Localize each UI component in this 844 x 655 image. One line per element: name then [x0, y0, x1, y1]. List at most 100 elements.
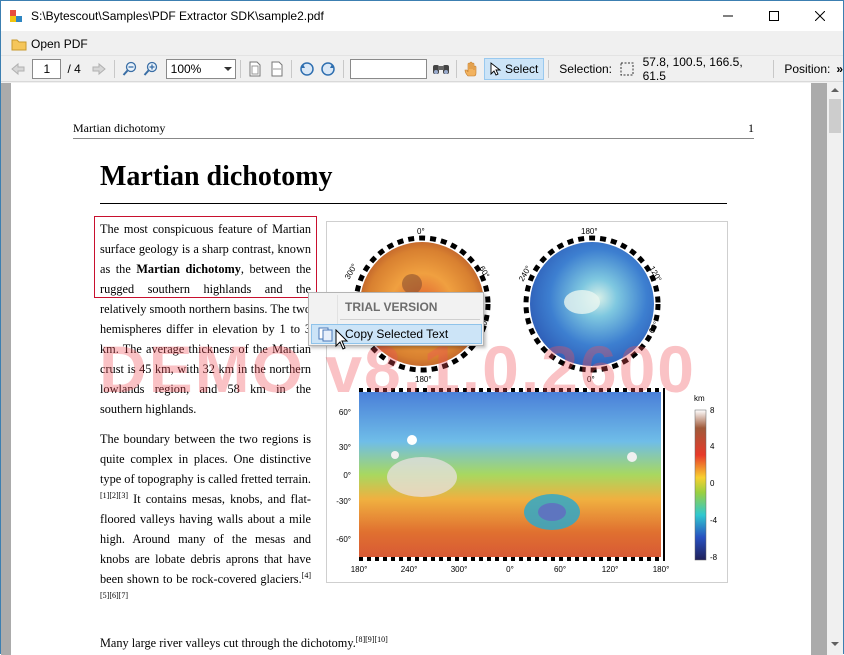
rotate-left-icon — [300, 61, 314, 76]
title-bar: S:\Bytescout\Samples\PDF Extractor SDK\s… — [1, 1, 843, 31]
running-header: Martian dichotomy 1 — [73, 121, 754, 139]
cursor-arrow-icon — [490, 61, 502, 76]
window-title: S:\Bytescout\Samples\PDF Extractor SDK\s… — [31, 9, 324, 23]
scrollbar-thumb[interactable] — [829, 99, 841, 133]
copy-icon — [318, 327, 333, 342]
maximize-button[interactable] — [751, 1, 797, 31]
scale-tick: -4 — [710, 516, 718, 525]
toolbar-separator — [239, 59, 241, 78]
open-pdf-button[interactable]: Open PDF — [11, 37, 88, 51]
lat-label: 0° — [343, 471, 351, 480]
toolbar-overflow-button[interactable]: » — [836, 62, 843, 76]
minimize-button[interactable] — [705, 1, 751, 31]
lon-label: 0° — [506, 565, 514, 574]
maximize-icon — [769, 11, 779, 21]
pole-label: 300° — [343, 262, 359, 281]
viewer-margin-left — [1, 83, 11, 655]
search-input[interactable] — [349, 58, 428, 79]
toolbar-separator — [455, 59, 457, 78]
elevation-scale-bar — [694, 409, 707, 561]
rotate-right-icon — [321, 61, 335, 76]
chevron-down-icon — [223, 66, 232, 71]
find-button[interactable] — [430, 58, 451, 80]
arrow-right-icon — [92, 62, 107, 75]
menu-bar: Open PDF — [1, 32, 843, 56]
prev-page-button[interactable] — [7, 58, 28, 80]
lat-label: 30° — [339, 443, 351, 452]
pole-label: 0° — [417, 227, 425, 236]
toolbar-separator — [548, 59, 550, 78]
page-icon — [249, 61, 261, 76]
select-tool-button[interactable]: Select — [483, 57, 545, 80]
scroll-up-icon[interactable] — [831, 87, 839, 93]
running-header-title: Martian dichotomy — [73, 121, 166, 135]
page-number-input[interactable]: 1 — [32, 58, 62, 79]
pole-label: 180° — [581, 227, 598, 236]
zoom-in-button[interactable] — [140, 58, 161, 80]
lat-label: -30° — [336, 497, 351, 506]
viewer-margin-right — [811, 83, 827, 655]
pan-tool-button[interactable] — [461, 58, 482, 80]
lon-label: 180° — [653, 565, 670, 574]
lon-label: 60° — [554, 565, 566, 574]
lon-label: 300° — [451, 565, 468, 574]
toolbar: 1 / 4 100% Select Selection: 57.8, 100.5… — [1, 54, 843, 83]
lon-label: 180° — [351, 565, 368, 574]
folder-icon — [11, 39, 27, 50]
position-label: Position: — [784, 61, 831, 76]
mouse-cursor-icon — [335, 329, 349, 350]
context-menu-header: TRIAL VERSION — [345, 300, 438, 314]
selection-label: Selection: — [559, 61, 612, 76]
paragraph: Many large river valleys cut through the… — [100, 635, 520, 651]
selection-highlight — [94, 216, 317, 298]
toolbar-separator — [773, 59, 775, 78]
pole-label: 120° — [647, 265, 663, 284]
vertical-scrollbar[interactable] — [827, 83, 843, 655]
lat-label: 60° — [339, 408, 351, 417]
scroll-down-icon[interactable] — [831, 641, 839, 647]
toolbar-separator — [342, 59, 344, 78]
paragraph: The boundary between the two regions is … — [100, 429, 311, 609]
zoom-in-icon — [143, 61, 158, 76]
lon-label: 120° — [602, 565, 619, 574]
selection-rect-icon — [620, 62, 634, 75]
copy-selected-text-label: Copy Selected Text — [345, 327, 449, 341]
longitude-labels: 180° 240° 300° 0° 60° 120° 180° — [351, 565, 670, 574]
page-width-icon — [271, 61, 283, 76]
fit-width-button[interactable] — [266, 58, 287, 80]
rotate-right-button[interactable] — [318, 58, 339, 80]
lat-label: -60° — [336, 535, 351, 544]
page-heading: Martian dichotomy — [100, 161, 333, 192]
app-window: S:\Bytescout\Samples\PDF Extractor SDK\s… — [0, 0, 844, 655]
arrow-left-icon — [10, 62, 25, 75]
zoom-out-button[interactable] — [119, 58, 140, 80]
hand-icon — [465, 61, 477, 76]
menu-divider — [340, 319, 480, 320]
close-button[interactable] — [797, 1, 843, 31]
citation-link[interactable]: [1][2][3] — [100, 491, 128, 500]
zoom-value: 100% — [170, 61, 202, 76]
scale-tick: -8 — [710, 553, 718, 562]
page-total: / 4 — [67, 61, 81, 76]
binoculars-icon — [433, 64, 450, 74]
lon-label: 240° — [401, 565, 418, 574]
select-tool-label: Select — [504, 61, 539, 76]
scale-tick: 0 — [710, 479, 715, 488]
scale-tick: 4 — [710, 442, 715, 451]
citation-link[interactable]: [8][9][10] — [356, 635, 388, 644]
zoom-select[interactable]: 100% — [165, 58, 236, 79]
toolbar-separator — [114, 59, 116, 78]
next-page-button[interactable] — [89, 58, 110, 80]
fit-page-button[interactable] — [245, 58, 266, 80]
close-icon — [815, 11, 825, 21]
rotate-left-button[interactable] — [296, 58, 317, 80]
selection-value: 57.8, 100.5, 166.5, 61.5 — [642, 54, 743, 83]
zoom-out-icon — [122, 61, 136, 76]
pdf-page[interactable]: Martian dichotomy 1 Martian dichotomy Th… — [11, 83, 811, 655]
latitude-labels: 60° 30° 0° -30° -60° — [336, 408, 351, 544]
app-icon — [9, 9, 23, 23]
heading-rule — [100, 203, 727, 204]
para-text: Many large river valleys cut through the… — [100, 636, 356, 650]
minimize-icon — [723, 15, 733, 17]
toolbar-separator — [291, 59, 293, 78]
